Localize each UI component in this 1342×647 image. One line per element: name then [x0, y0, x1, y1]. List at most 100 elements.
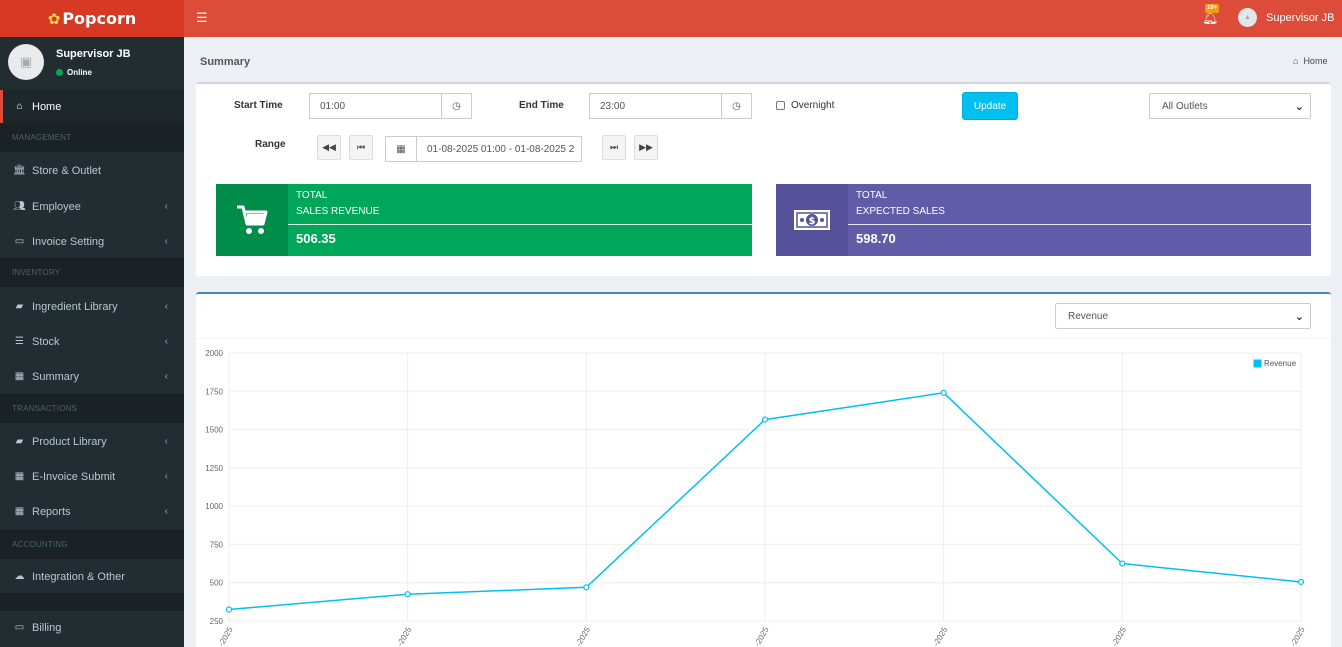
revenue-label-line1: TOTAL	[296, 190, 328, 201]
section-accounting: ACCOUNTING	[0, 530, 184, 559]
expected-value: 598.70	[856, 231, 896, 246]
data-point	[761, 416, 769, 423]
sidebar-item-reports[interactable]: ▦ Reports ‹	[0, 495, 184, 528]
fast-backward-button[interactable]: ◀◀	[317, 135, 341, 160]
popcorn-icon: ✿	[47, 10, 61, 28]
step-forward-icon: ⏭︎	[609, 142, 619, 152]
user-menu[interactable]: ▲ Supervisor JB	[1238, 8, 1334, 27]
chevron-left-icon: ‹	[164, 236, 168, 247]
expected-content: TOTAL EXPECTED SALES 598.70	[848, 184, 1311, 256]
fast-forward-icon: ▶▶	[639, 142, 653, 152]
chevron-left-icon: ‹	[164, 336, 168, 347]
user-status: Online	[56, 68, 92, 77]
brand-name: Popcorn	[62, 9, 137, 28]
brand-logo[interactable]: ✿ Popcorn	[0, 0, 184, 37]
avatar: ▣	[8, 44, 44, 80]
sidebar-item-einvoice-submit[interactable]: ▦ E-Invoice Submit ‹	[0, 460, 184, 493]
section-transactions: TRANSACTIONS	[0, 394, 184, 423]
money-bill-icon: $	[776, 184, 848, 256]
sidebar-item-ingredient-library[interactable]: ▰ Ingredient Library ‹	[0, 290, 184, 323]
money-icon: ▭	[14, 236, 25, 247]
chart-metric-value: Revenue	[1068, 310, 1109, 322]
chevron-left-icon: ‹	[164, 301, 168, 312]
table-icon: ▦	[14, 371, 25, 382]
revenue-value: 506.35	[296, 231, 336, 246]
chevron-left-icon: ‹	[164, 371, 168, 382]
chevron-left-icon: ‹	[164, 201, 168, 212]
clock-icon[interactable]: ◷	[721, 93, 752, 119]
x-tick-label: …-2025	[749, 625, 771, 647]
shopping-cart-icon	[216, 184, 288, 256]
chart-box-divider	[196, 338, 1331, 339]
chart-metric-select[interactable]: Revenue ⌄	[1055, 303, 1311, 329]
calendar-icon[interactable]: ▦	[385, 136, 417, 162]
update-button[interactable]: Update	[962, 92, 1018, 120]
sidebar-item-label: Reports	[32, 505, 71, 518]
data-point	[1297, 578, 1305, 586]
step-backward-icon: ⏮︎	[356, 142, 366, 152]
cloud-icon: ☁	[14, 571, 25, 582]
legend-swatch	[1252, 358, 1263, 369]
data-point	[225, 606, 233, 613]
chevron-left-icon: ‹	[164, 471, 168, 482]
date-range-input[interactable]: 01-08-2025 01:00 - 01-08-2025 2	[416, 136, 582, 162]
start-time-input[interactable]: 01:00	[309, 93, 443, 119]
online-dot-icon	[56, 69, 63, 76]
sidebar: ▣ Supervisor JB Online ⌂ Home MANAGEMENT…	[0, 37, 184, 647]
overnight-checkbox[interactable]	[776, 101, 785, 110]
book-icon: ▰	[15, 301, 24, 312]
sidebar-item-label: Summary	[32, 370, 80, 383]
sidebar-item-label: Store & Outlet	[32, 164, 102, 177]
expected-label-line1: TOTAL	[856, 190, 888, 201]
sidebar-item-label: E-Invoice Submit	[32, 470, 116, 483]
sidebar-item-employee[interactable]: 👥︎ Employee ‹	[0, 190, 184, 223]
sidebar-item-billing[interactable]: ▭ Billing	[0, 611, 184, 644]
revenue-line-chart: 250 500 750 1000 1250 1500 1750 2000 …-2025 …-202…	[205, 349, 1307, 647]
user-avatar-icon: ▲	[1238, 8, 1257, 27]
x-tick-label: …-2025	[391, 625, 413, 647]
x-tick-label: …-2025	[570, 625, 592, 647]
revenue-divider	[288, 224, 752, 225]
sidebar-item-home[interactable]: ⌂ Home	[0, 90, 184, 123]
breadcrumb[interactable]: ⌂ Home	[1293, 56, 1327, 66]
overnight-label[interactable]: Overnight	[791, 100, 834, 111]
status-text: Online	[67, 68, 92, 77]
total-expected-sales-card: $ TOTAL EXPECTED SALES 598.70	[776, 184, 1311, 256]
sidebar-item-product-library[interactable]: ▰ Product Library ‹	[0, 425, 184, 458]
x-tick-label: …-2025	[213, 625, 235, 647]
data-point	[1119, 560, 1126, 567]
sidebar-item-integration[interactable]: ☁ Integration & Other	[0, 560, 184, 593]
sidebar-item-stock[interactable]: ☰ Stock ‹	[0, 325, 184, 358]
fast-forward-button[interactable]: ▶▶	[634, 135, 658, 160]
sidebar-item-store-outlet[interactable]: 🏛︎ Store & Outlet	[0, 154, 184, 187]
range-label: Range	[255, 139, 286, 150]
book-icon: ▰	[15, 436, 24, 447]
end-time-input[interactable]: 23:00	[589, 93, 723, 119]
x-tick-label: …-2025	[1285, 625, 1307, 647]
sidebar-user-name: Supervisor JB	[56, 48, 131, 60]
x-tick-label: …-2025	[1106, 625, 1128, 647]
page-title: Summary	[200, 56, 251, 68]
outlet-select[interactable]: All Outlets ⌄	[1149, 93, 1311, 119]
breadcrumb-home[interactable]: Home	[1303, 56, 1327, 66]
clock-icon[interactable]: ◷	[441, 93, 472, 119]
bank-icon: 🏛︎	[13, 165, 26, 176]
sidebar-item-summary[interactable]: ▦ Summary ‹	[0, 360, 184, 393]
end-time-label: End Time	[519, 100, 564, 111]
start-time-label: Start Time	[234, 100, 283, 111]
hamburger-icon[interactable]: ☰	[196, 10, 208, 26]
step-forward-button[interactable]: ⏭︎	[602, 135, 626, 160]
notification-badge: 10+	[1205, 4, 1220, 13]
step-backward-button[interactable]: ⏮︎	[349, 135, 373, 160]
sidebar-divider	[0, 593, 184, 611]
home-icon: ⌂	[16, 101, 23, 112]
data-point	[940, 389, 947, 396]
sidebar-item-label: Ingredient Library	[32, 300, 118, 313]
database-icon: ☰	[15, 336, 24, 347]
outlet-select-value: All Outlets	[1162, 100, 1208, 112]
home-icon: ⌂	[1293, 56, 1299, 66]
y-tick-label: 250	[210, 617, 224, 626]
sidebar-item-invoice-setting[interactable]: ▭ Invoice Setting ‹	[0, 225, 184, 258]
y-tick-label: 1500	[205, 426, 223, 435]
x-tick-label: …-2025	[927, 625, 949, 647]
